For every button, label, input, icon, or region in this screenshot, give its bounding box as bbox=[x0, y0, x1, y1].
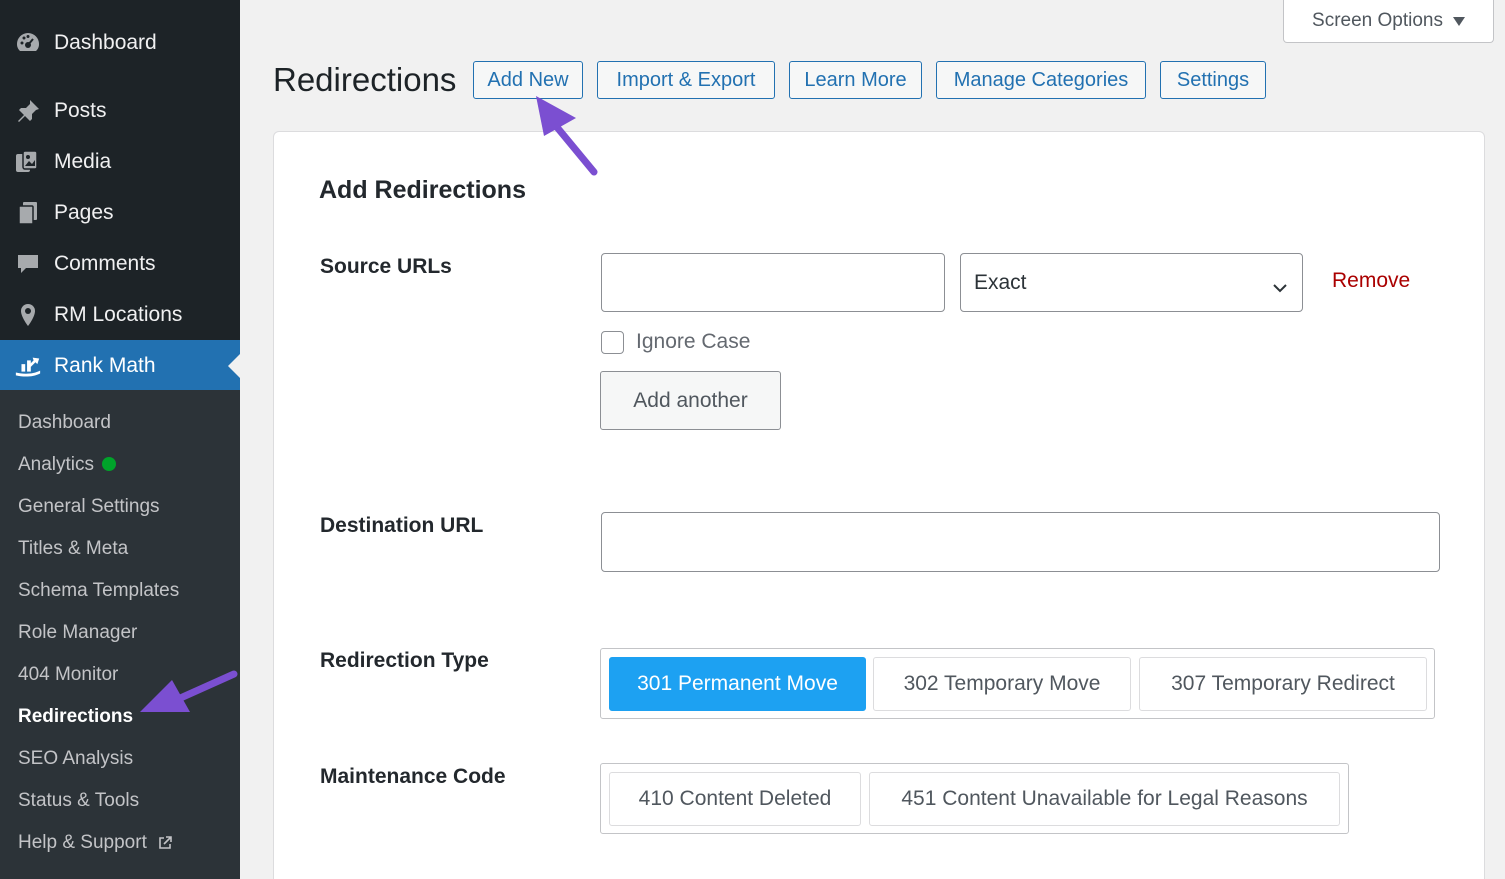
settings-button[interactable]: Settings bbox=[1160, 61, 1266, 99]
comment-icon bbox=[14, 250, 42, 278]
submenu-item-help-support[interactable]: Help & Support bbox=[18, 829, 172, 857]
submenu-label: Role Manager bbox=[18, 622, 138, 643]
submenu-label: General Settings bbox=[18, 496, 160, 517]
pages-icon bbox=[14, 199, 42, 227]
submenu-item-role-manager[interactable]: Role Manager bbox=[18, 619, 137, 647]
menu-label: RM Locations bbox=[54, 302, 183, 326]
pin-icon bbox=[14, 97, 42, 125]
manage-categories-button[interactable]: Manage Categories bbox=[936, 61, 1146, 99]
menu-label: Rank Math bbox=[54, 353, 156, 377]
maintenance-code-label: Maintenance Code bbox=[320, 765, 506, 788]
submenu-item-general-settings[interactable]: General Settings bbox=[18, 493, 160, 521]
submenu-label: Redirections bbox=[18, 706, 134, 727]
redirection-type-group: 301 Permanent Move 302 Temporary Move 30… bbox=[600, 648, 1435, 719]
match-type-value: Exact bbox=[974, 270, 1027, 294]
submenu-label: 404 Monitor bbox=[18, 664, 119, 685]
add-another-button[interactable]: Add another bbox=[600, 371, 781, 430]
menu-item-comments[interactable]: Comments bbox=[0, 238, 240, 289]
option-451-legal-reasons[interactable]: 451 Content Unavailable for Legal Reason… bbox=[869, 772, 1340, 826]
submenu-item-seo-analysis[interactable]: SEO Analysis bbox=[18, 745, 133, 773]
menu-item-pages[interactable]: Pages bbox=[0, 187, 240, 238]
menu-label: Pages bbox=[54, 200, 114, 224]
annotation-arrow-icon bbox=[536, 96, 598, 176]
card-title: Add Redirections bbox=[319, 176, 526, 204]
import-export-button[interactable]: Import & Export bbox=[597, 61, 775, 99]
submenu-item-redirections[interactable]: Redirections bbox=[18, 703, 133, 731]
option-301-permanent[interactable]: 301 Permanent Move bbox=[609, 657, 866, 711]
source-url-input[interactable] bbox=[601, 253, 945, 312]
menu-item-dashboard[interactable]: Dashboard bbox=[0, 17, 240, 68]
menu-item-media[interactable]: Media bbox=[0, 136, 240, 187]
submenu-item-analytics[interactable]: Analytics bbox=[18, 451, 117, 479]
menu-label: Posts bbox=[54, 98, 107, 122]
menu-item-rank-math[interactable]: Rank Math bbox=[0, 340, 240, 391]
option-307-temporary-redirect[interactable]: 307 Temporary Redirect bbox=[1139, 657, 1427, 711]
rank-math-icon bbox=[14, 352, 42, 380]
maintenance-code-group: 410 Content Deleted 451 Content Unavaila… bbox=[600, 763, 1349, 834]
caret-down-icon bbox=[1452, 16, 1465, 26]
external-link-icon bbox=[158, 831, 172, 859]
menu-item-rm-locations[interactable]: RM Locations bbox=[0, 289, 240, 340]
screen-options-label: Screen Options bbox=[1312, 10, 1443, 31]
page-title: Redirections bbox=[273, 61, 457, 98]
submenu-label: Help & Support bbox=[18, 832, 147, 853]
submenu-label: Dashboard bbox=[18, 412, 111, 433]
option-410-content-deleted[interactable]: 410 Content Deleted bbox=[609, 772, 861, 826]
submenu-label: Schema Templates bbox=[18, 580, 180, 601]
location-pin-icon bbox=[14, 301, 42, 329]
ignore-case-label: Ignore Case bbox=[636, 330, 751, 353]
submenu-item-schema-templates[interactable]: Schema Templates bbox=[18, 577, 179, 605]
source-urls-label: Source URLs bbox=[320, 255, 452, 278]
menu-item-posts[interactable]: Posts bbox=[0, 85, 240, 136]
status-dot-icon bbox=[102, 457, 117, 471]
media-icon bbox=[14, 148, 42, 176]
screen-options-toggle[interactable]: Screen Options bbox=[1283, 0, 1494, 43]
menu-label: Media bbox=[54, 149, 112, 173]
admin-sidebar: Dashboard Posts Media Pages Comments RM … bbox=[0, 0, 240, 879]
submenu-label: Status & Tools bbox=[18, 790, 140, 811]
submenu-label: Analytics bbox=[18, 454, 95, 475]
menu-label: Dashboard bbox=[54, 30, 157, 54]
match-type-select[interactable]: Exact bbox=[960, 253, 1303, 312]
submenu-item-titles-meta[interactable]: Titles & Meta bbox=[18, 535, 128, 563]
ignore-case-checkbox[interactable] bbox=[601, 331, 624, 354]
submenu-item-status-tools[interactable]: Status & Tools bbox=[18, 787, 139, 815]
submenu-label: Titles & Meta bbox=[18, 538, 129, 559]
chevron-down-icon bbox=[1272, 276, 1288, 300]
remove-source-link[interactable]: Remove bbox=[1332, 269, 1410, 293]
dashboard-icon bbox=[14, 29, 42, 57]
destination-url-input[interactable] bbox=[601, 512, 1440, 572]
rank-math-submenu: Dashboard Analytics General Settings Tit… bbox=[0, 390, 240, 879]
learn-more-button[interactable]: Learn More bbox=[789, 61, 922, 99]
option-302-temporary[interactable]: 302 Temporary Move bbox=[873, 657, 1131, 711]
menu-label: Comments bbox=[54, 251, 156, 275]
submenu-item-dashboard[interactable]: Dashboard bbox=[18, 409, 111, 437]
destination-url-label: Destination URL bbox=[320, 514, 484, 537]
annotation-arrow-icon bbox=[140, 670, 238, 712]
redirection-type-label: Redirection Type bbox=[320, 649, 489, 672]
submenu-label: SEO Analysis bbox=[18, 748, 134, 769]
submenu-item-404-monitor[interactable]: 404 Monitor bbox=[18, 661, 118, 689]
